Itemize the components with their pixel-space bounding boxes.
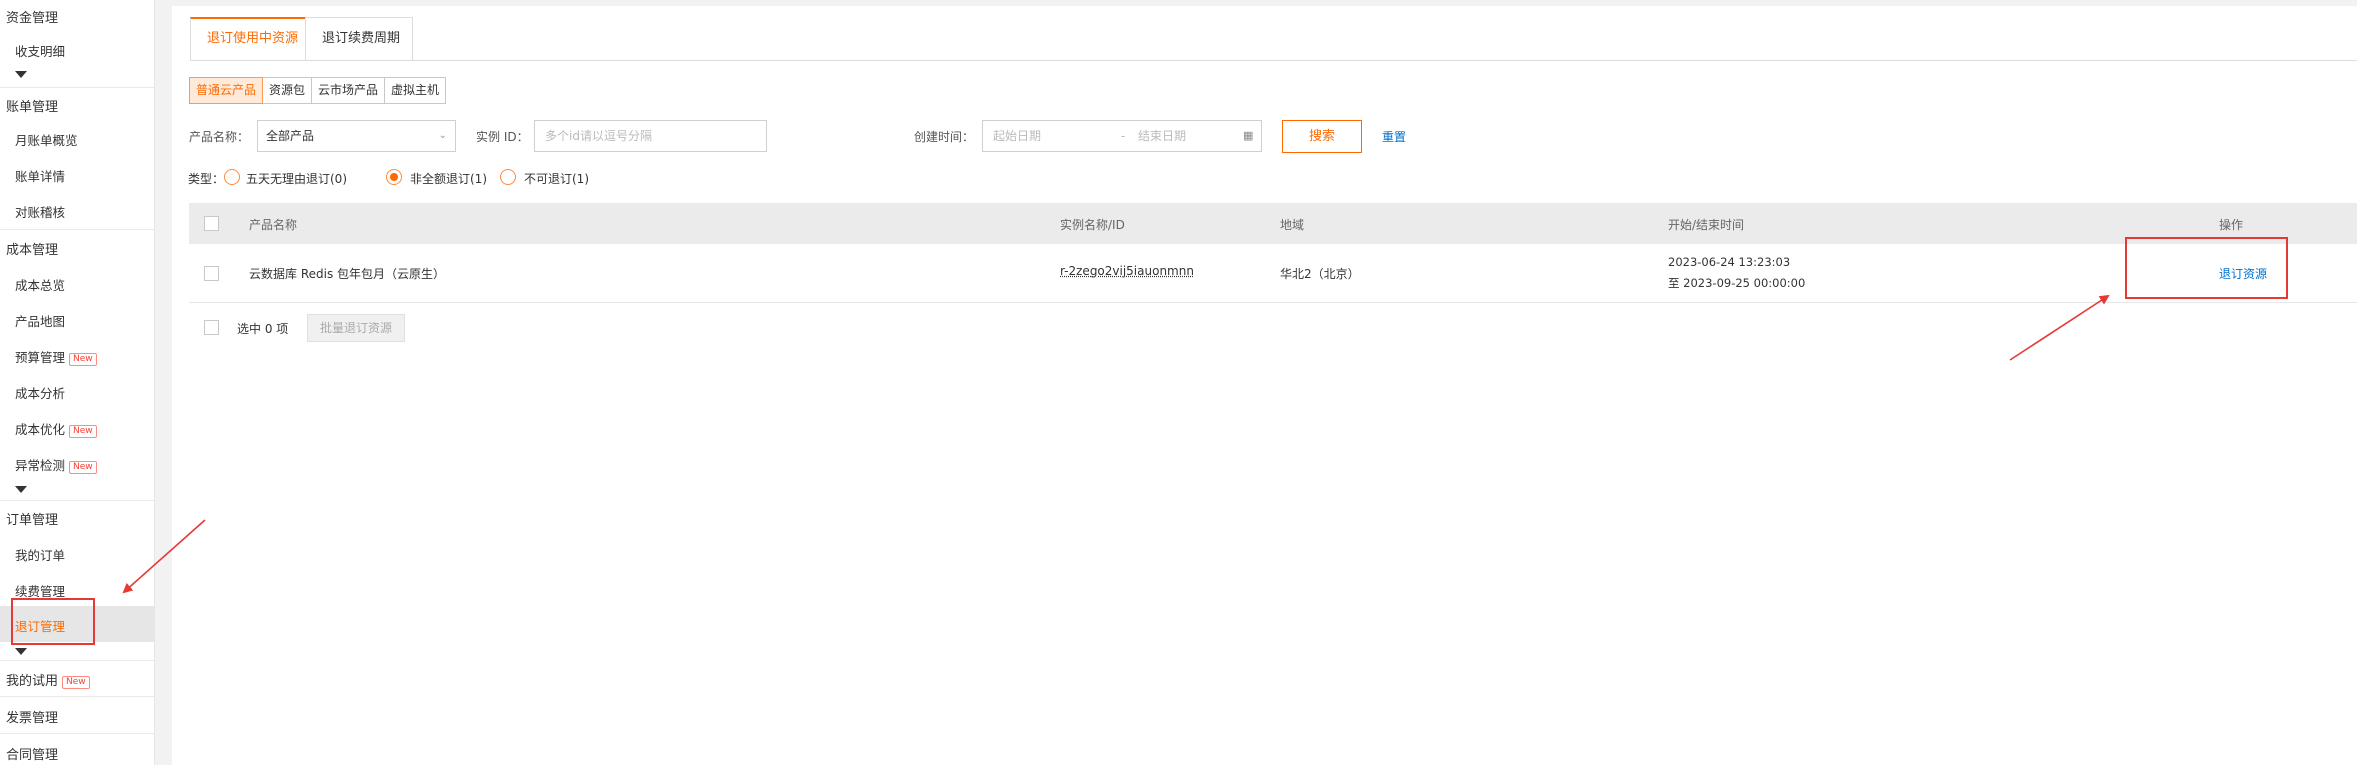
sidebar-item-label: 预算管理	[15, 350, 66, 365]
main-content: 退订使用中资源 退订续费周期 普通云产品 资源包 云市场产品 虚拟主机 产品名称…	[172, 0, 2357, 765]
sidebar-divider	[0, 500, 154, 501]
calendar-icon[interactable]: ▦	[1243, 121, 1253, 151]
new-badge: New	[69, 425, 97, 438]
selected-count: 选中 0 项	[237, 322, 289, 336]
product-select-value: 全部产品	[266, 129, 315, 143]
radio-five-day[interactable]	[224, 169, 240, 185]
caret-down-icon[interactable]	[15, 486, 27, 493]
date-range-picker[interactable]: 起始日期 - 结束日期 ▦	[982, 120, 1262, 152]
type-filter-label: 类型：	[188, 172, 225, 186]
end-date-input[interactable]: 结束日期	[1138, 121, 1186, 151]
start-date-input[interactable]: 起始日期	[993, 121, 1041, 151]
sidebar-group-trials[interactable]: 我的试用 New	[6, 670, 90, 689]
column-time: 开始/结束时间	[1668, 218, 1745, 232]
top-strip	[172, 0, 2357, 6]
product-select[interactable]: 全部产品 ⌄	[257, 120, 456, 152]
sidebar-group-cost[interactable]: 成本管理	[6, 239, 58, 258]
sidebar-item-bill-details[interactable]: 账单详情	[15, 166, 65, 185]
sidebar-item-monthly-bill[interactable]: 月账单概览	[15, 130, 78, 149]
sidebar-group-label: 我的试用	[6, 674, 59, 689]
column-instance: 实例名称/ID	[1060, 218, 1125, 232]
sidebar-divider	[0, 660, 154, 661]
row-end-time: 至 2023-09-25 00:00:00	[1668, 276, 1806, 290]
sidebar-divider	[0, 87, 154, 88]
product-type-regular[interactable]: 普通云产品	[189, 77, 264, 104]
product-type-selector: 普通云产品 资源包 云市场产品 虚拟主机	[189, 77, 447, 104]
row-region: 华北2（北京）	[1280, 267, 1360, 281]
column-region: 地域	[1280, 218, 1305, 232]
sidebar-item-label: 成本优化	[15, 422, 66, 437]
sidebar-divider	[0, 696, 154, 697]
column-product-name: 产品名称	[249, 218, 298, 232]
sidebar-item-budget[interactable]: 预算管理 New	[15, 347, 97, 366]
created-time-label: 创建时间：	[914, 130, 975, 144]
sidebar-divider	[0, 733, 154, 734]
batch-unsubscribe-button[interactable]: 批量退订资源	[307, 314, 406, 342]
unsubscribe-resource-link[interactable]: 退订资源	[2219, 265, 2267, 282]
search-button[interactable]: 搜索	[1282, 120, 1362, 153]
reset-link[interactable]: 重置	[1382, 128, 1406, 145]
sidebar-group-invoices[interactable]: 发票管理	[6, 707, 58, 726]
radio-partial-refund-label[interactable]: 非全额退订(1)	[410, 170, 487, 187]
sidebar-item-cost-analysis[interactable]: 成本分析	[15, 383, 65, 402]
sidebar-item-anomaly-detection[interactable]: 异常检测 New	[15, 455, 97, 474]
tab-unsubscribe-renewal-period[interactable]: 退订续费周期	[305, 17, 413, 61]
new-badge: New	[69, 353, 97, 366]
product-type-marketplace[interactable]: 云市场产品	[311, 77, 386, 104]
row-checkbox[interactable]	[204, 266, 219, 281]
caret-down-icon[interactable]	[15, 648, 27, 655]
sidebar-group-contracts[interactable]: 合同管理	[6, 744, 58, 763]
sidebar-divider	[0, 229, 154, 230]
instance-id-label: 实例 ID：	[476, 130, 529, 144]
new-badge: New	[62, 676, 90, 689]
sidebar-item-reconciliation[interactable]: 对账稽核	[15, 202, 65, 221]
select-all-checkbox[interactable]	[204, 216, 219, 231]
row-instance-id[interactable]: r-2zego2vij5iauonmnn	[1060, 264, 1194, 278]
product-type-virtual-host[interactable]: 虚拟主机	[384, 77, 447, 104]
date-range-separator: -	[1121, 129, 1126, 143]
sidebar-item-income-details[interactable]: 收支明细	[15, 41, 65, 60]
radio-partial-refund[interactable]	[386, 169, 402, 185]
sidebar-group-orders[interactable]: 订单管理	[6, 509, 58, 528]
sidebar-item-label: 异常检测	[15, 458, 66, 473]
new-badge: New	[69, 461, 97, 474]
product-name-label: 产品名称：	[189, 130, 250, 144]
tab-bar-underline	[190, 60, 2357, 61]
sidebar-item-unsubscribe[interactable]: 退订管理	[15, 616, 65, 635]
product-type-resource-pack[interactable]: 资源包	[262, 77, 313, 104]
row-start-time: 2023-06-24 13:23:03	[1668, 255, 1791, 269]
column-actions: 操作	[2219, 218, 2244, 232]
instance-id-input[interactable]: 多个id请以逗号分隔	[534, 120, 767, 152]
caret-down-icon[interactable]	[15, 71, 27, 78]
table-header: 产品名称 实例名称/ID 地域 开始/结束时间 操作	[189, 203, 2357, 244]
tab-unsubscribe-active-resources[interactable]: 退订使用中资源	[190, 17, 306, 61]
sidebar-group-billing[interactable]: 账单管理	[6, 96, 58, 115]
sidebar-item-product-map[interactable]: 产品地图	[15, 311, 65, 330]
layout-gutter	[155, 0, 172, 765]
sidebar-item-renewal[interactable]: 续费管理	[15, 581, 65, 600]
radio-non-refundable[interactable]	[500, 169, 516, 185]
sidebar-item-cost-overview[interactable]: 成本总览	[15, 275, 65, 294]
radio-non-refundable-label[interactable]: 不可退订(1)	[524, 170, 589, 187]
sidebar-item-cost-optimization[interactable]: 成本优化 New	[15, 419, 97, 438]
footer-select-all-checkbox[interactable]	[204, 320, 219, 335]
row-product-name: 云数据库 Redis 包年包月（云原生）	[249, 267, 446, 281]
sidebar: 资金管理 收支明细 账单管理 月账单概览 账单详情 对账稽核 成本管理 成本总览…	[0, 0, 155, 765]
sidebar-group-funds[interactable]: 资金管理	[6, 7, 58, 26]
sidebar-item-my-orders[interactable]: 我的订单	[15, 545, 65, 564]
chevron-down-icon: ⌄	[438, 130, 447, 141]
table-row: 云数据库 Redis 包年包月（云原生） r-2zego2vij5iauonmn…	[189, 244, 2357, 303]
radio-five-day-label[interactable]: 五天无理由退订(0)	[246, 170, 347, 187]
